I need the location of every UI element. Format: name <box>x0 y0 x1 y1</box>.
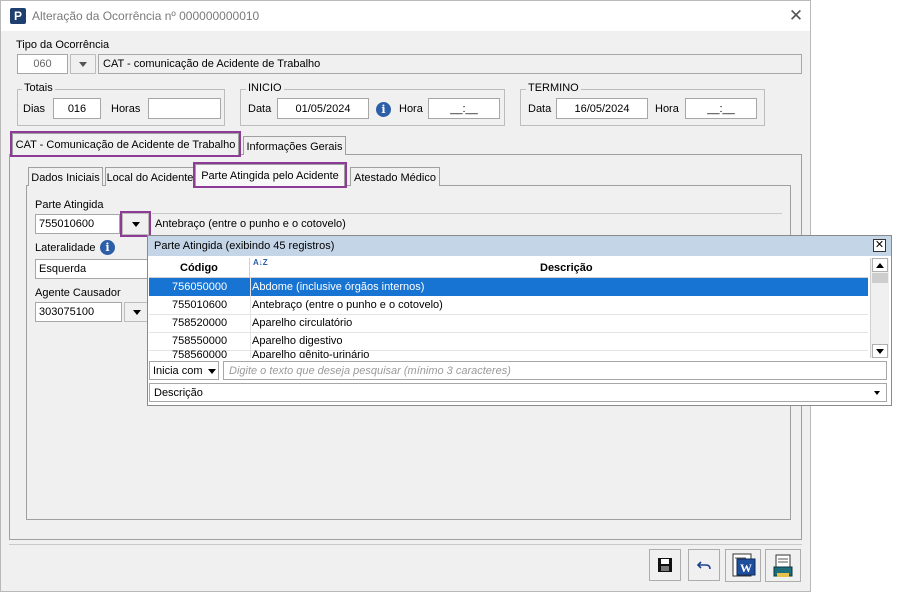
parte-description: Antebraço (entre o punho e o cotovelo) <box>155 218 346 230</box>
row-desc: Aparelho digestivo <box>252 335 343 347</box>
dias-field[interactable]: 016 <box>53 98 101 119</box>
column-divider <box>249 258 250 277</box>
lateralidade-label: Lateralidade <box>35 242 96 254</box>
scroll-thumb[interactable] <box>872 273 888 283</box>
sort-icon[interactable]: A↓Z <box>253 259 268 267</box>
chevron-down-icon <box>133 310 141 315</box>
row-code: 758550000 <box>172 335 228 347</box>
row-code: 755010600 <box>172 299 228 311</box>
tipo-code-field[interactable]: 060 <box>17 54 68 74</box>
inicio-hora-label: Hora <box>399 103 423 115</box>
table-row[interactable]: 758560000 Aparelho gênito-urinário <box>149 350 868 358</box>
column-descricao[interactable]: Descrição <box>540 262 593 274</box>
tab-dados-iniciais[interactable]: Dados Iniciais <box>28 167 103 186</box>
dias-label: Dias <box>23 103 46 115</box>
column-divider <box>250 278 251 358</box>
search-field-select[interactable]: Descrição <box>149 383 887 402</box>
close-icon[interactable]: ✕ <box>873 239 886 252</box>
inicio-group-title: INICIO <box>246 82 284 94</box>
termino-hora-field[interactable]: __:__ <box>685 98 757 119</box>
app-logo-icon: P <box>10 8 26 24</box>
arrow-up-icon <box>876 263 884 268</box>
tab-atestado-medico[interactable]: Atestado Médico <box>350 167 440 186</box>
termino-hora-label: Hora <box>655 103 679 115</box>
horas-label: Horas <box>111 103 141 115</box>
divider <box>152 213 782 214</box>
tab-cat[interactable]: CAT - Comunicação de Acidente de Trabalh… <box>10 131 241 157</box>
info-icon[interactable]: i <box>376 102 391 117</box>
scroll-up-button[interactable] <box>872 258 888 272</box>
termino-group-title: TERMINO <box>526 82 581 94</box>
chevron-down-icon <box>208 369 216 374</box>
table-row[interactable]: 758550000 Aparelho digestivo <box>149 332 868 351</box>
table-row[interactable]: 758520000 Aparelho circulatório <box>149 314 868 333</box>
parte-dropdown-button[interactable] <box>120 211 151 237</box>
chevron-down-icon <box>132 222 140 227</box>
inicio-hora-field[interactable]: __:__ <box>428 98 500 119</box>
termino-date-field[interactable]: 16/05/2024 <box>556 98 648 119</box>
row-desc: Abdome (inclusive órgãos internos) <box>252 281 425 293</box>
tipo-dropdown-button[interactable] <box>70 54 96 74</box>
save-button[interactable] <box>649 549 681 581</box>
agente-label: Agente Causador <box>35 287 121 299</box>
search-input[interactable]: Digite o texto que deseja pesquisar (mín… <box>223 361 887 380</box>
tipo-description: CAT - comunicação de Acidente de Trabalh… <box>98 54 802 74</box>
word-document-icon: W <box>732 553 756 577</box>
agente-dropdown-button[interactable] <box>124 302 148 322</box>
termino-data-label: Data <box>528 103 552 115</box>
window-title: Alteração da Ocorrência nº 000000000010 <box>32 9 260 23</box>
divider <box>9 544 802 545</box>
tab-informacoes-gerais[interactable]: Informações Gerais <box>243 136 346 155</box>
tipo-label: Tipo da Ocorrência <box>16 39 110 51</box>
svg-text:W: W <box>740 561 752 575</box>
close-icon[interactable]: ✕ <box>786 6 806 26</box>
column-codigo[interactable]: Código <box>180 262 218 274</box>
undo-icon <box>696 561 711 570</box>
row-desc: Antebraço (entre o punho e o cotovelo) <box>252 299 443 311</box>
filter-mode-arrow[interactable] <box>206 362 218 379</box>
row-code: 756050000 <box>172 281 228 293</box>
horas-field[interactable] <box>148 98 221 119</box>
table-row[interactable]: 755010600 Antebraço (entre o punho e o c… <box>149 296 868 315</box>
floppy-disk-icon <box>658 558 672 572</box>
parte-atingida-label: Parte Atingida <box>35 199 104 211</box>
lookup-title: Parte Atingida (exibindo 45 registros) <box>154 240 335 252</box>
info-icon[interactable]: i <box>100 240 115 255</box>
row-code: 758560000 <box>172 350 228 358</box>
row-desc: Aparelho gênito-urinário <box>252 350 370 358</box>
inicio-data-label: Data <box>248 103 272 115</box>
print-button[interactable] <box>765 549 801 582</box>
scroll-down-button[interactable] <box>872 344 888 358</box>
chevron-down-icon <box>79 62 87 67</box>
tab-parte-atingida[interactable]: Parte Atingida pelo Acidente <box>193 162 347 188</box>
arrow-down-icon <box>876 349 884 354</box>
totais-group-title: Totais <box>22 82 55 94</box>
row-code: 758520000 <box>172 317 228 329</box>
parte-code-field[interactable]: 755010600 <box>35 214 120 234</box>
undo-button[interactable] <box>688 549 720 581</box>
tab-local-acidente[interactable]: Local do Acidente <box>105 167 195 186</box>
inicio-date-field[interactable]: 01/05/2024 <box>277 98 369 119</box>
search-field-arrow[interactable] <box>871 384 885 401</box>
scrollbar[interactable] <box>870 258 889 358</box>
table-row[interactable]: 756050000 Abdome (inclusive órgãos inter… <box>149 278 868 296</box>
print-document-icon <box>773 554 793 577</box>
agente-field[interactable]: 303075100 <box>35 302 122 322</box>
word-export-button[interactable]: W <box>725 549 761 582</box>
lateralidade-field[interactable]: Esquerda <box>35 259 149 279</box>
row-desc: Aparelho circulatório <box>252 317 353 329</box>
chevron-down-icon <box>874 391 880 395</box>
